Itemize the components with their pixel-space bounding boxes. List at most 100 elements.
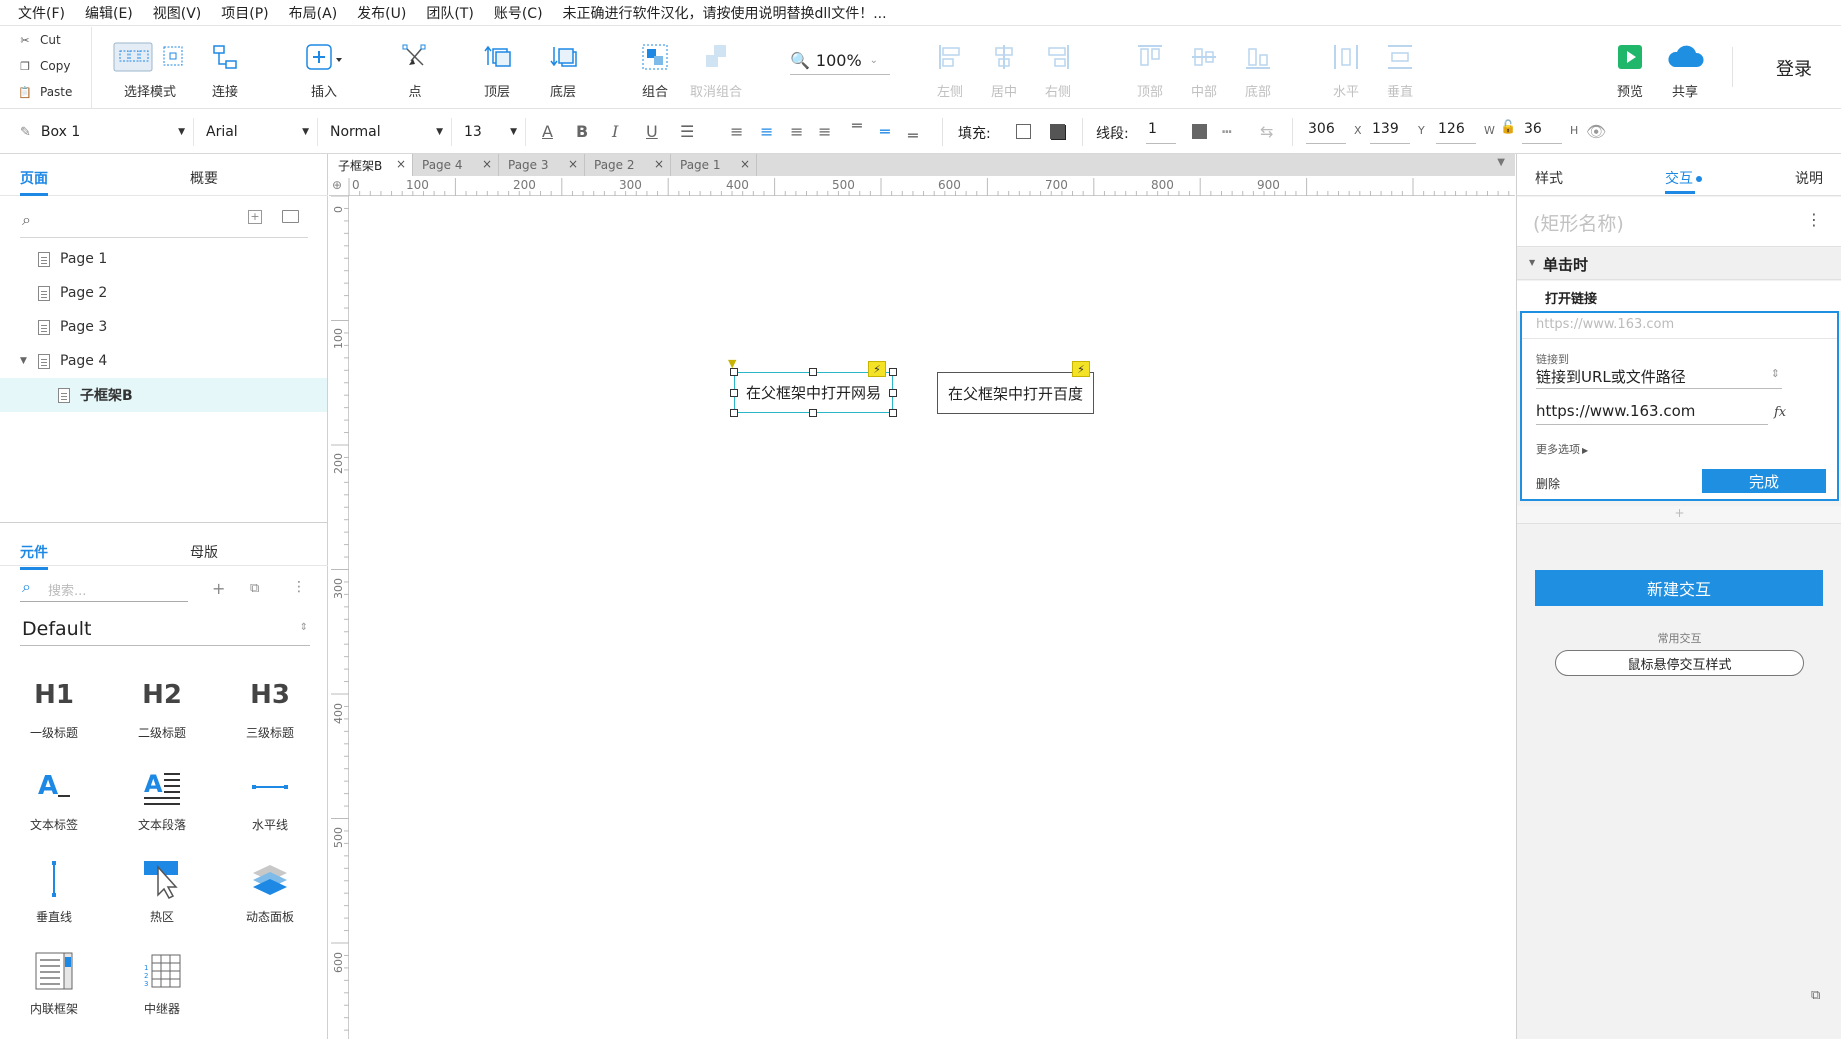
resize-handle[interactable]: [730, 409, 738, 417]
menu-layout[interactable]: 布局(A): [289, 3, 338, 23]
menu-file[interactable]: 文件(F): [18, 3, 65, 23]
font-color-icon[interactable]: A: [542, 122, 553, 141]
width-input[interactable]: 126: [1436, 118, 1476, 144]
resize-handle[interactable]: [730, 368, 738, 376]
align-text-justify-icon[interactable]: ≡: [818, 122, 831, 141]
line-width-input[interactable]: 1: [1146, 118, 1176, 144]
new-interaction-button[interactable]: 新建交互: [1535, 570, 1823, 606]
widget-heading1[interactable]: H1 一级标题: [4, 670, 104, 741]
style-select[interactable]: ✎ Box 1 ▼: [12, 118, 194, 146]
resize-handle[interactable]: [809, 368, 817, 376]
page-search-field[interactable]: ⌕ +: [20, 206, 308, 238]
hover-style-button[interactable]: 鼠标悬停交互样式: [1555, 650, 1804, 676]
tab-widgets[interactable]: 元件: [20, 542, 48, 570]
lightning-bolt-icon[interactable]: ⚡: [868, 361, 886, 377]
x-input[interactable]: 306: [1306, 118, 1346, 144]
close-icon[interactable]: ×: [396, 157, 406, 171]
close-icon[interactable]: ×: [740, 157, 750, 171]
align-center-button[interactable]: 居中: [984, 27, 1024, 109]
height-input[interactable]: 36: [1522, 118, 1562, 144]
shape-open-baidu[interactable]: 在父框架中打开百度: [937, 372, 1094, 414]
widget-paragraph[interactable]: A 文本段落: [112, 762, 212, 833]
add-action-icon[interactable]: +: [1517, 506, 1841, 524]
widget-dynamic-panel[interactable]: 动态面板: [220, 854, 320, 925]
more-options-icon[interactable]: ⋮: [292, 579, 306, 595]
cut-button[interactable]: ✂ Cut: [0, 27, 91, 53]
shape-open-netease[interactable]: 在父框架中打开网易: [734, 372, 893, 413]
line-color-swatch[interactable]: [1192, 124, 1207, 139]
widget-search-field[interactable]: ⌕ 搜索...: [20, 574, 188, 602]
tab-outline[interactable]: 概要: [190, 168, 218, 188]
tab-masters[interactable]: 母版: [190, 542, 218, 562]
line-pattern-icon[interactable]: ┅: [1222, 122, 1232, 141]
align-right-button[interactable]: 右侧: [1038, 27, 1078, 109]
underline-icon[interactable]: U: [646, 122, 658, 141]
preview-button[interactable]: 预览: [1610, 27, 1650, 109]
widget-vertical-line[interactable]: 垂直线: [4, 854, 104, 925]
add-page-icon[interactable]: +: [248, 210, 262, 224]
share-button[interactable]: 共享: [1660, 27, 1710, 109]
library-select[interactable]: Default ⇕: [20, 614, 310, 646]
align-left-button[interactable]: 左侧: [930, 27, 970, 109]
select-mode-button[interactable]: 选择模式: [104, 27, 196, 109]
menu-publish[interactable]: 发布(U): [357, 3, 406, 23]
widget-repeater[interactable]: 1 2 3 中继器: [112, 946, 212, 1017]
resize-handle[interactable]: [809, 409, 817, 417]
valign-bottom-icon[interactable]: ═: [908, 126, 918, 145]
expand-triangle-icon[interactable]: ▼: [20, 356, 38, 366]
library-files-icon[interactable]: ⧉: [250, 581, 259, 596]
design-canvas[interactable]: 在父框架中打开网易 ▼ ⚡ 在父框架中打开百度 ⚡: [350, 197, 1515, 1039]
menu-team[interactable]: 团队(T): [426, 3, 473, 23]
doc-tab-page4[interactable]: Page 4 ×: [413, 154, 499, 176]
login-button[interactable]: 登录: [1776, 55, 1812, 81]
insert-button[interactable]: 插入: [296, 27, 352, 109]
delete-action-link[interactable]: 删除: [1536, 475, 1560, 492]
distribute-horizontal-button[interactable]: 水平: [1326, 27, 1366, 109]
doc-tab-page3[interactable]: Page 3 ×: [499, 154, 585, 176]
shape-name-field[interactable]: (矩形名称) ⋮: [1517, 197, 1841, 247]
page-item-subframe-b[interactable]: 子框架B: [0, 378, 327, 412]
widget-heading2[interactable]: H2 二级标题: [112, 670, 212, 741]
widget-hotspot[interactable]: 热区: [112, 854, 212, 925]
font-weight-select[interactable]: Normal ▼: [322, 118, 452, 146]
point-button[interactable]: 点: [390, 27, 440, 109]
close-icon[interactable]: ×: [654, 157, 664, 171]
ungroup-button[interactable]: 取消组合: [686, 27, 746, 109]
align-bottom-button[interactable]: 底部: [1238, 27, 1278, 109]
connect-button[interactable]: 连接: [200, 27, 250, 109]
page-item-4[interactable]: ▼ Page 4: [0, 344, 327, 378]
page-item-2[interactable]: Page 2: [0, 276, 327, 310]
send-to-back-button[interactable]: 底层: [540, 27, 586, 109]
doc-tab-subframe-b[interactable]: 子框架B ×: [329, 154, 413, 176]
restore-window-icon[interactable]: ⧉: [1811, 988, 1820, 1003]
distribute-vertical-button[interactable]: 垂直: [1380, 27, 1420, 109]
lightning-bolt-icon[interactable]: ⚡: [1072, 361, 1090, 377]
font-family-select[interactable]: Arial ▼: [198, 118, 318, 146]
shadow-swatch[interactable]: [1050, 124, 1065, 139]
more-options-link[interactable]: 更多选项 ▶: [1536, 441, 1588, 457]
resize-handle[interactable]: [889, 409, 897, 417]
more-vertical-icon[interactable]: ⋮: [1806, 210, 1822, 229]
page-item-1[interactable]: Page 1: [0, 242, 327, 276]
menu-account[interactable]: 账号(C): [494, 3, 543, 23]
fill-color-swatch[interactable]: [1016, 124, 1031, 139]
done-button[interactable]: 完成: [1702, 469, 1826, 493]
align-middle-button[interactable]: 中部: [1184, 27, 1224, 109]
valign-middle-icon[interactable]: ═: [880, 122, 890, 141]
resize-handle[interactable]: [730, 389, 738, 397]
lock-icon[interactable]: 🔓: [1500, 120, 1516, 135]
bold-icon[interactable]: B: [576, 122, 588, 141]
add-folder-icon[interactable]: [282, 210, 299, 223]
page-item-3[interactable]: Page 3: [0, 310, 327, 344]
align-top-button[interactable]: 顶部: [1130, 27, 1170, 109]
tab-interactions[interactable]: 交互: [1665, 168, 1702, 188]
arrow-style-icon[interactable]: ⇆: [1260, 122, 1273, 141]
add-library-icon[interactable]: +: [212, 579, 225, 598]
tab-pages[interactable]: 页面: [20, 168, 48, 196]
menu-edit[interactable]: 编辑(E): [85, 3, 133, 23]
align-text-right-icon[interactable]: ≡: [790, 122, 803, 141]
copy-button[interactable]: ❐ Copy: [0, 53, 91, 79]
action-open-link-row[interactable]: 打开链接: [1517, 281, 1841, 311]
menu-view[interactable]: 视图(V): [153, 3, 202, 23]
valign-top-icon[interactable]: ═: [852, 116, 862, 135]
